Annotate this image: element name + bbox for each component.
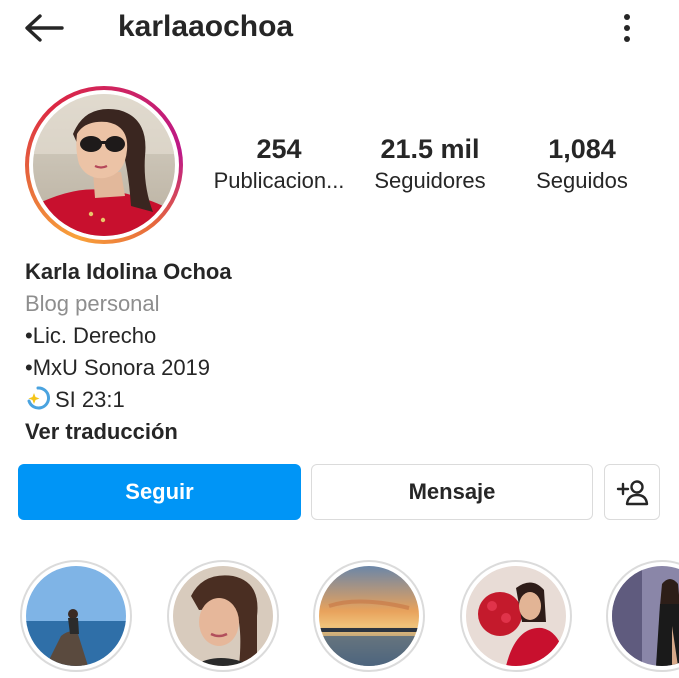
- highlight-photo: [319, 566, 419, 666]
- stat-followers[interactable]: 21.5 mil Seguidores: [368, 132, 492, 196]
- full-name: Karla Idolina Ochoa: [25, 259, 232, 284]
- category: Blog personal: [25, 291, 160, 316]
- avatar-photo: [33, 94, 175, 236]
- bio: Karla Idolina Ochoa Blog personal •Lic. …: [25, 256, 645, 448]
- bio-verse: SI 23:1: [55, 387, 125, 412]
- followers-count: 21.5 mil: [380, 134, 480, 164]
- arrow-left-icon[interactable]: [22, 12, 66, 44]
- stat-following[interactable]: 1,084 Seguidos: [528, 132, 636, 196]
- profile-page: karlaaochoa 254 Publicacion... 21.5 mil …: [0, 0, 679, 678]
- highlight-photo: [26, 566, 126, 666]
- highlight-photo: [466, 566, 566, 666]
- see-translation-link[interactable]: Ver traducción: [25, 416, 645, 448]
- profile-username: karlaaochoa: [118, 10, 294, 43]
- following-label: Seguidos: [536, 168, 628, 193]
- posts-count: 254: [256, 134, 302, 164]
- highlight-item[interactable]: [313, 560, 425, 672]
- bio-line: •MxU Sonora 2019: [25, 355, 211, 380]
- suggested-users-button[interactable]: [604, 464, 660, 520]
- highlight-item[interactable]: [460, 560, 572, 672]
- highlight-item[interactable]: [167, 560, 279, 672]
- bio-line: •Lic. Derecho: [25, 323, 157, 348]
- follow-button[interactable]: Seguir: [18, 464, 301, 520]
- stat-posts[interactable]: 254 Publicacion...: [209, 132, 349, 196]
- highlight-item[interactable]: [606, 560, 679, 672]
- top-bar: karlaaochoa: [0, 0, 679, 56]
- highlight-photo: [612, 566, 679, 666]
- bio-line-emoji: SI 23:1: [25, 384, 645, 416]
- followers-label: Seguidores: [374, 168, 486, 193]
- add-user-icon: [616, 480, 649, 506]
- posts-label: Publicacion...: [213, 168, 345, 193]
- avatar[interactable]: [25, 86, 183, 244]
- highlight-item[interactable]: [20, 560, 132, 672]
- following-count: 1,084: [548, 134, 616, 164]
- story-highlights: [0, 556, 679, 678]
- highlight-photo: [173, 566, 273, 666]
- dizzy-sparkle-icon: [27, 386, 51, 410]
- more-vertical-icon[interactable]: [612, 10, 642, 46]
- message-button[interactable]: Mensaje: [311, 464, 593, 520]
